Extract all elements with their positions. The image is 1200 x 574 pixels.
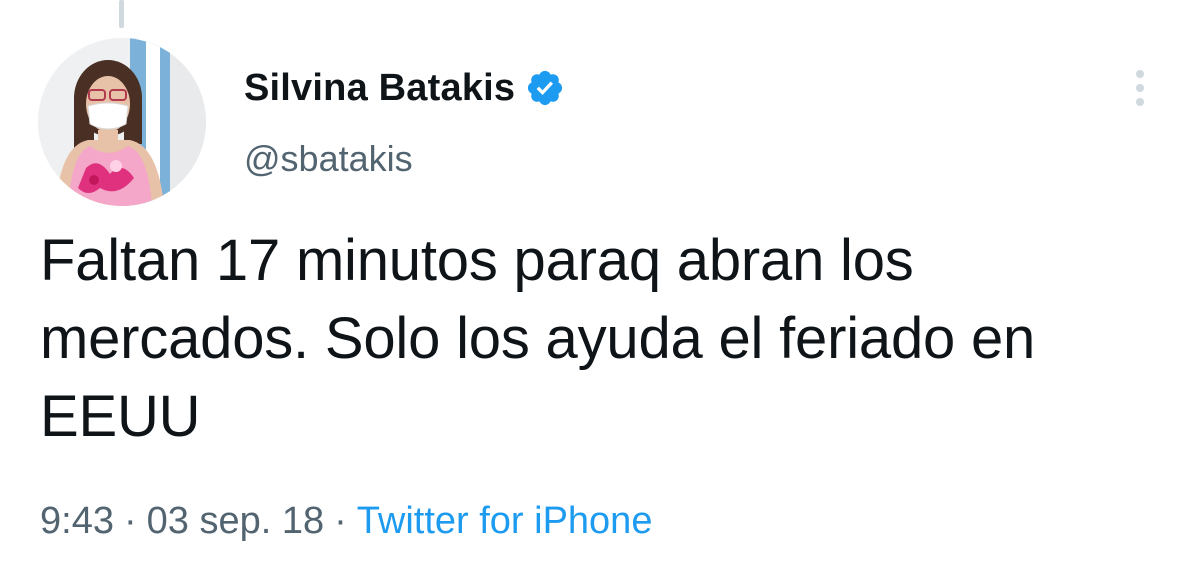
thread-connector-line — [119, 0, 124, 28]
avatar-photo — [38, 38, 206, 206]
tweet-source-link[interactable]: Twitter for iPhone — [357, 500, 653, 542]
more-options-icon[interactable] — [1124, 66, 1156, 110]
tweet-text: Faltan 17 minutos paraq abran los mercad… — [40, 228, 1036, 449]
author-handle[interactable]: @sbatakis — [244, 138, 565, 180]
tweet-meta: 9:43 · 03 sep. 18 · Twitter for iPhone — [40, 500, 652, 543]
tweet-time[interactable]: 9:43 — [40, 500, 114, 542]
author-name-row: Silvina Batakis — [244, 64, 565, 112]
avatar[interactable] — [38, 38, 206, 206]
tweet-date[interactable]: 03 sep. 18 — [147, 500, 324, 542]
verified-badge-icon — [525, 68, 565, 108]
meta-separator: · — [123, 500, 137, 542]
author-display-name[interactable]: Silvina Batakis — [244, 67, 515, 110]
meta-separator: · — [334, 500, 347, 542]
tweet-header: Silvina Batakis @sbatakis — [244, 64, 565, 180]
